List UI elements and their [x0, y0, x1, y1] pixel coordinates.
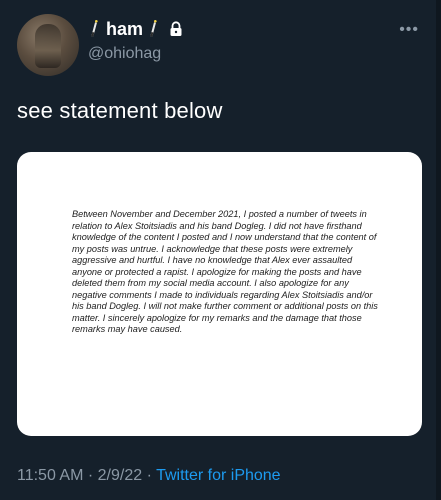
avatar[interactable]	[17, 14, 79, 76]
scrollbar[interactable]	[436, 0, 441, 500]
tweet-source-link[interactable]: Twitter for iPhone	[156, 467, 281, 484]
meta-separator: ·	[87, 467, 94, 484]
more-options-button[interactable]: •••	[399, 22, 419, 38]
meta-separator: ·	[146, 467, 152, 484]
tweet-text: see statement below	[17, 98, 223, 123]
display-name[interactable]: ham	[106, 19, 143, 40]
statement-paragraph: Between November and December 2021, I po…	[72, 209, 378, 334]
tweet-date[interactable]: 2/9/22	[98, 467, 142, 484]
lock-icon	[169, 21, 183, 37]
tweet-image[interactable]: Between November and December 2021, I po…	[17, 152, 422, 436]
tweet-time[interactable]: 11:50 AM	[17, 467, 83, 484]
magic-wand-icon	[85, 19, 105, 40]
tweet-metadata: 11:50 AM · 2/9/22 · Twitter for iPhone	[17, 467, 281, 485]
author-name-row[interactable]: ham	[88, 17, 183, 41]
statement-text: Between November and December 2021, I po…	[72, 209, 380, 336]
magic-wand-icon	[144, 19, 164, 40]
avatar-figure	[35, 24, 61, 68]
user-handle[interactable]: @ohiohag	[88, 45, 161, 63]
tweet: ham @ohiohag ••• see statement below Bet…	[0, 0, 441, 500]
